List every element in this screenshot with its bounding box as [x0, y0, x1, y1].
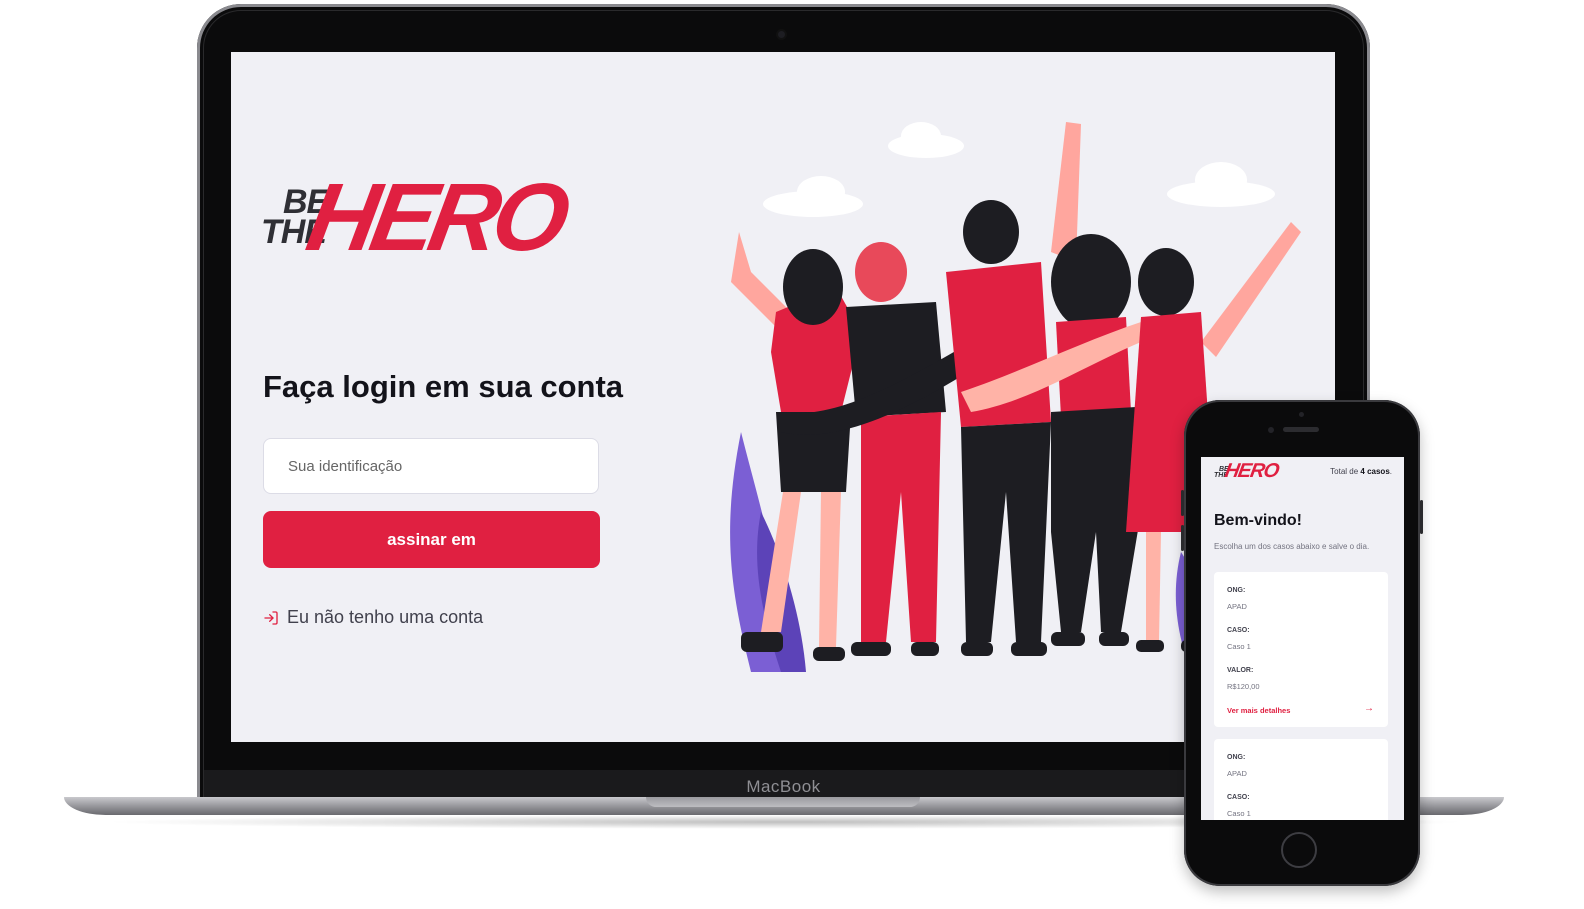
phone-front-camera	[1268, 427, 1274, 433]
total-cases-text: Total de 4 casos.	[1330, 467, 1392, 476]
cloud-icon	[1167, 162, 1275, 207]
value-amount: R$120,00	[1227, 682, 1260, 691]
phone-sensor	[1299, 412, 1304, 417]
ong-value: APAD	[1227, 602, 1247, 611]
cloud-icon	[888, 122, 964, 158]
phone-screen: BE THE HERO Total de 4 casos. Bem-vindo!…	[1201, 457, 1404, 820]
phone-speaker	[1283, 427, 1319, 432]
logo-hero-text: HERO	[1223, 460, 1280, 482]
login-button[interactable]: assinar em	[263, 511, 600, 568]
be-the-hero-logo: BE THE HERO	[261, 162, 572, 272]
be-the-hero-logo: BE THE HERO	[1214, 460, 1280, 483]
see-details-link[interactable]: Ver mais detalhes	[1227, 706, 1290, 715]
laptop-base-notch	[646, 797, 920, 807]
log-in-icon	[264, 610, 278, 625]
case-value: Caso 1	[1227, 642, 1251, 651]
logo-hero-text: HERO	[299, 164, 572, 271]
phone-frame: BE THE HERO Total de 4 casos. Bem-vindo!…	[1181, 400, 1423, 886]
webcam	[778, 31, 785, 38]
case-value: Caso 1	[1227, 809, 1251, 818]
value-label: VALOR:	[1227, 667, 1254, 674]
phone-home-button[interactable]	[1281, 832, 1317, 868]
welcome-subtitle: Escolha um dos casos abaixo e salve o di…	[1214, 542, 1370, 551]
case-label: CASO:	[1227, 794, 1250, 801]
login-title: Faça login em sua conta	[263, 369, 624, 404]
welcome-title: Bem-vindo!	[1214, 512, 1302, 529]
arrow-right-icon[interactable]: →	[1364, 703, 1374, 714]
ong-label: ONG:	[1227, 754, 1246, 761]
profile-header: BE THE HERO Total de 4 casos.	[1201, 457, 1404, 487]
phone-power-button	[1420, 500, 1423, 534]
case-label: CASO:	[1227, 627, 1250, 634]
phone-volume-button	[1181, 525, 1184, 551]
ong-label: ONG:	[1227, 587, 1246, 594]
register-link[interactable]: Eu não tenho uma conta	[263, 607, 483, 628]
phone-volume-button	[1181, 490, 1184, 516]
identification-input[interactable]	[263, 438, 599, 494]
ong-value: APAD	[1227, 769, 1247, 778]
cloud-icon	[763, 176, 863, 217]
case-card: ONG: APAD CASO: Caso 1 VALOR: R$120,00 V…	[1214, 572, 1388, 727]
register-link-label: Eu não tenho uma conta	[287, 607, 484, 627]
laptop-screen: BE THE HERO Faça login em sua conta assi…	[231, 52, 1335, 742]
total-cases-count: 4 casos	[1360, 467, 1390, 476]
case-card: ONG: APAD CASO: Caso 1	[1214, 739, 1388, 820]
